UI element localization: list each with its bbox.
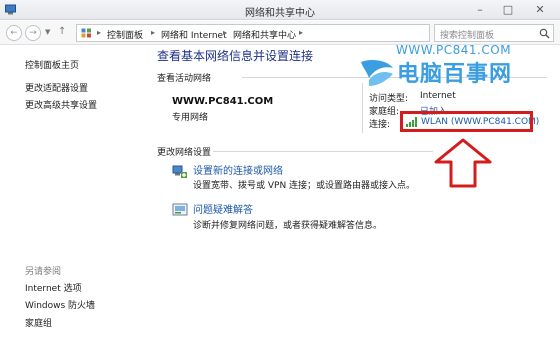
left-pane: 控制面板主页 更改适配器设置 更改高级共享设置 另请参阅 Internet 选项…	[0, 46, 148, 345]
network-type: 专用网络	[172, 113, 209, 123]
setup-connection-link[interactable]: 设置新的连接或网络	[193, 162, 283, 177]
up-arrow-icon[interactable]: ↑	[58, 26, 66, 37]
change-settings-heading: 更改网络设置	[157, 148, 212, 158]
sidebar-item-adapter-settings[interactable]: 更改适配器设置	[25, 81, 88, 94]
highlight-box	[400, 111, 533, 132]
sidebar-item-windows-firewall[interactable]: Windows 防火墙	[25, 298, 95, 311]
breadcrumb-network-internet[interactable]: 网络和 Internet	[161, 28, 227, 41]
watermark-url: WWW.PC841.COM	[396, 43, 512, 57]
up-arrow-annotation-icon	[434, 138, 492, 188]
troubleshoot-description: 诊断并修复网络问题，或者获得疑难解答信息。	[193, 221, 383, 231]
maximize-button[interactable]: □	[494, 0, 522, 18]
troubleshoot-icon	[172, 203, 188, 216]
search-placeholder: 搜索控制面板	[440, 31, 495, 41]
close-button[interactable]: ✕	[522, 0, 558, 18]
vertical-divider	[362, 83, 363, 133]
breadcrumb-separator: ▸	[151, 28, 156, 37]
network-name: WWW.PC841.COM	[172, 96, 274, 107]
homegroup-label: 家庭组:	[369, 107, 400, 117]
address-toolbar: ← → ▼ ↑ ▸ 控制面板 ▸ 网络和 Internet ▸ 网络和共享中心 …	[0, 21, 560, 45]
access-type-label: 访问类型:	[369, 94, 409, 104]
sidebar-item-control-panel-home[interactable]: 控制面板主页	[25, 58, 79, 71]
breadcrumb-network-sharing-center[interactable]: 网络和共享中心	[233, 28, 296, 41]
active-networks-heading: 查看活动网络	[157, 74, 212, 84]
setup-connection-description: 设置宽带、拨号或 VPN 连接；或设置路由器或接入点。	[193, 181, 416, 191]
back-arrow-icon[interactable]: ←	[6, 25, 22, 41]
title-bar: 网络和共享中心 – □ ✕	[0, 0, 560, 20]
page-title: 查看基本网络信息并设置连接	[157, 49, 314, 63]
breadcrumb-control-panel[interactable]: 控制面板	[107, 28, 143, 41]
watermark-logo	[361, 60, 393, 86]
sidebar-item-internet-options[interactable]: Internet 选项	[25, 281, 82, 294]
search-icon[interactable]	[539, 28, 550, 39]
watermark-text: 电脑百事网	[397, 62, 513, 87]
search-input[interactable]: 搜索控制面板	[434, 24, 554, 42]
recent-pages-chevron-icon[interactable]: ▼	[45, 28, 50, 36]
minimize-button[interactable]: –	[466, 0, 494, 18]
sidebar-item-homegroup[interactable]: 家庭组	[25, 316, 52, 329]
forward-arrow-icon[interactable]: →	[25, 25, 41, 41]
control-panel-icon	[81, 28, 91, 38]
address-bar[interactable]: ▸ 控制面板 ▸ 网络和 Internet ▸ 网络和共享中心 ▸ ▼ ↻	[76, 24, 494, 42]
section-divider	[213, 151, 433, 152]
breadcrumb-separator: ▸	[299, 28, 304, 37]
connections-label: 连接:	[369, 120, 391, 130]
new-connection-icon	[172, 165, 187, 178]
troubleshoot-link[interactable]: 问题疑难解答	[193, 201, 253, 216]
see-also-heading: 另请参阅	[25, 267, 62, 277]
sidebar-item-advanced-sharing[interactable]: 更改高级共享设置	[25, 98, 97, 111]
access-type-value: Internet	[420, 91, 456, 101]
breadcrumb-separator: ▸	[97, 28, 102, 37]
breadcrumb-separator: ▸	[223, 28, 228, 37]
